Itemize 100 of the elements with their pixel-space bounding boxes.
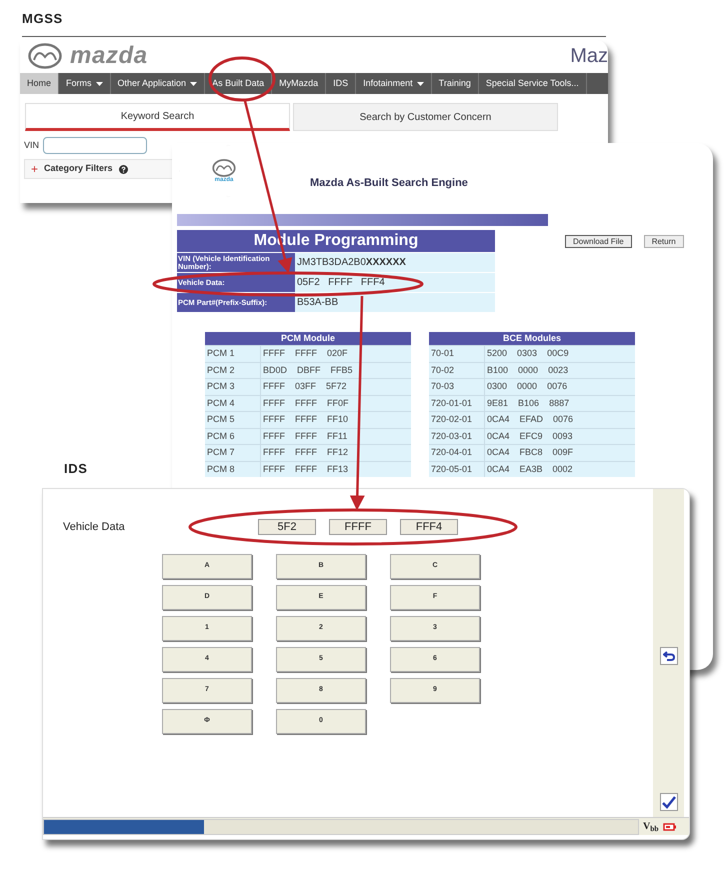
table-cell: 70-01	[429, 346, 484, 362]
table-cell: PCM 1	[205, 346, 260, 362]
nav-item[interactable]: Home	[20, 73, 60, 94]
table-cell: 70-03	[429, 379, 484, 394]
hex-value: FFFF	[295, 347, 317, 360]
action-button[interactable]: Download File	[565, 235, 632, 248]
hex-value: 0CA4	[487, 462, 510, 476]
action-button[interactable]: Return	[644, 235, 684, 248]
hex-value: FFFF	[263, 413, 285, 426]
hex-value: 009F	[552, 446, 574, 459]
hex-value: 5200	[487, 347, 508, 360]
hex-value: FF13	[327, 462, 348, 476]
hex-value: 0303	[517, 347, 538, 360]
hex-value: BD0D	[263, 364, 288, 376]
table-cell: PCM 2	[205, 362, 260, 378]
nav-item[interactable]: IDS	[326, 73, 356, 94]
battery-icon	[662, 822, 677, 830]
nav-item[interactable]: Other Application	[110, 73, 206, 94]
hex-value: FFFF	[263, 380, 285, 393]
table-cell: PCM 5	[205, 412, 260, 428]
nav-item[interactable]: Infotainment	[356, 73, 432, 94]
hex-value: 03FF	[295, 380, 316, 393]
table-cell: PCM 4	[205, 396, 260, 411]
section-label: IDS	[64, 460, 88, 478]
table-cell: PCM 7	[205, 445, 260, 460]
highlight-ellipse	[208, 56, 276, 102]
hex-value: FF10	[327, 413, 348, 426]
data-field: FFF4	[400, 519, 458, 536]
table-cell: PCM 8	[205, 462, 260, 477]
hex-value: DBFF	[297, 364, 321, 376]
return-arrow-icon	[662, 651, 674, 661]
filters-label: Category Filters	[44, 162, 113, 176]
hex-value: FF11	[327, 430, 348, 442]
hex-value: 5F72	[326, 380, 347, 393]
site-heading: Maz	[570, 46, 608, 66]
hex-value: 020F	[327, 347, 348, 360]
hex-value: 0CA4	[487, 413, 510, 426]
hex-value: 8887	[549, 396, 570, 410]
logo-icon	[28, 43, 62, 69]
confirm-button[interactable]	[660, 793, 678, 811]
hex-value: FFFF	[263, 430, 285, 442]
table-cell: 720-01-01	[429, 396, 484, 411]
vin-label: VIN	[24, 138, 40, 152]
hex-value: FFFF	[295, 462, 317, 476]
hex-value: 0CA4	[487, 430, 510, 442]
info-value: JM3TB3DA2B0XXXXXX	[295, 253, 495, 272]
hex-value: FFFF	[295, 413, 317, 426]
section-label: MGSS	[22, 10, 63, 28]
hex-value: 0093	[552, 430, 573, 442]
table-cell: PCM 6	[205, 428, 260, 444]
checkmark-icon	[662, 796, 676, 808]
data-field: 5F2	[258, 519, 316, 536]
hex-value: FF0F	[327, 396, 348, 410]
hex-value: FFFF	[263, 347, 285, 360]
nav-item[interactable]: MyMazda	[272, 73, 326, 94]
hex-value: 0300	[487, 380, 508, 393]
hex-value: 0000	[517, 380, 538, 393]
hex-value: 0076	[547, 380, 568, 393]
voltage-indicator: V$_{bb}$	[643, 820, 659, 834]
hex-value: 0000	[518, 364, 538, 376]
hex-value: EA3B	[520, 462, 543, 476]
hex-value: B100	[487, 364, 508, 376]
hex-value: FFB5	[330, 364, 353, 376]
nav-item[interactable]: Training	[432, 73, 479, 94]
filters-bar[interactable]: + Category Filters	[24, 159, 174, 179]
logo-icon	[212, 159, 236, 177]
back-button[interactable]	[660, 647, 678, 665]
table-header: PCM Module	[205, 332, 411, 345]
hex-value: B106	[518, 396, 540, 410]
nav-item[interactable]: Special Service Tools...	[478, 73, 587, 94]
table-cell: 720-02-01	[429, 412, 484, 428]
help-icon	[118, 164, 128, 174]
hex-value: FFFF	[263, 446, 285, 459]
info-value: B53A-BB	[295, 293, 495, 312]
hex-value: 0CA4	[487, 446, 510, 459]
table-cell: 720-04-01	[429, 445, 484, 460]
vehicle-data-label: Vehicle Data	[63, 520, 126, 535]
vin-field[interactable]	[43, 137, 148, 154]
hex-value: 0076	[553, 413, 574, 426]
hex-value: FF12	[327, 446, 348, 459]
hex-value: 00C9	[547, 347, 569, 360]
table-cell: 720-03-01	[429, 428, 484, 444]
table-cell: 70-02	[429, 362, 484, 378]
data-field: FFFF	[329, 519, 387, 536]
table-cell: 720-05-01	[429, 462, 484, 477]
brand-wordmark: mazda	[70, 44, 148, 68]
table-header: BCE Modules	[429, 332, 635, 345]
search-tab[interactable]: Keyword Search	[25, 103, 290, 131]
hex-value: EFC9	[520, 430, 543, 442]
nav-item[interactable]: As Built Data	[205, 73, 272, 94]
hex-value: FFFF	[295, 446, 317, 459]
hex-value: FBC8	[520, 446, 543, 459]
hex-value: FFFF	[263, 462, 285, 476]
hex-value: FFFF	[295, 396, 317, 410]
search-tab[interactable]: Search by Customer Concern	[293, 103, 558, 131]
nav-item[interactable]: Forms	[59, 73, 111, 94]
hex-value: EFAD	[520, 413, 544, 426]
hex-value: FFFF	[295, 430, 317, 442]
table-cell: PCM 3	[205, 379, 260, 394]
page-title: Mazda As-Built Search Engine	[310, 176, 468, 190]
